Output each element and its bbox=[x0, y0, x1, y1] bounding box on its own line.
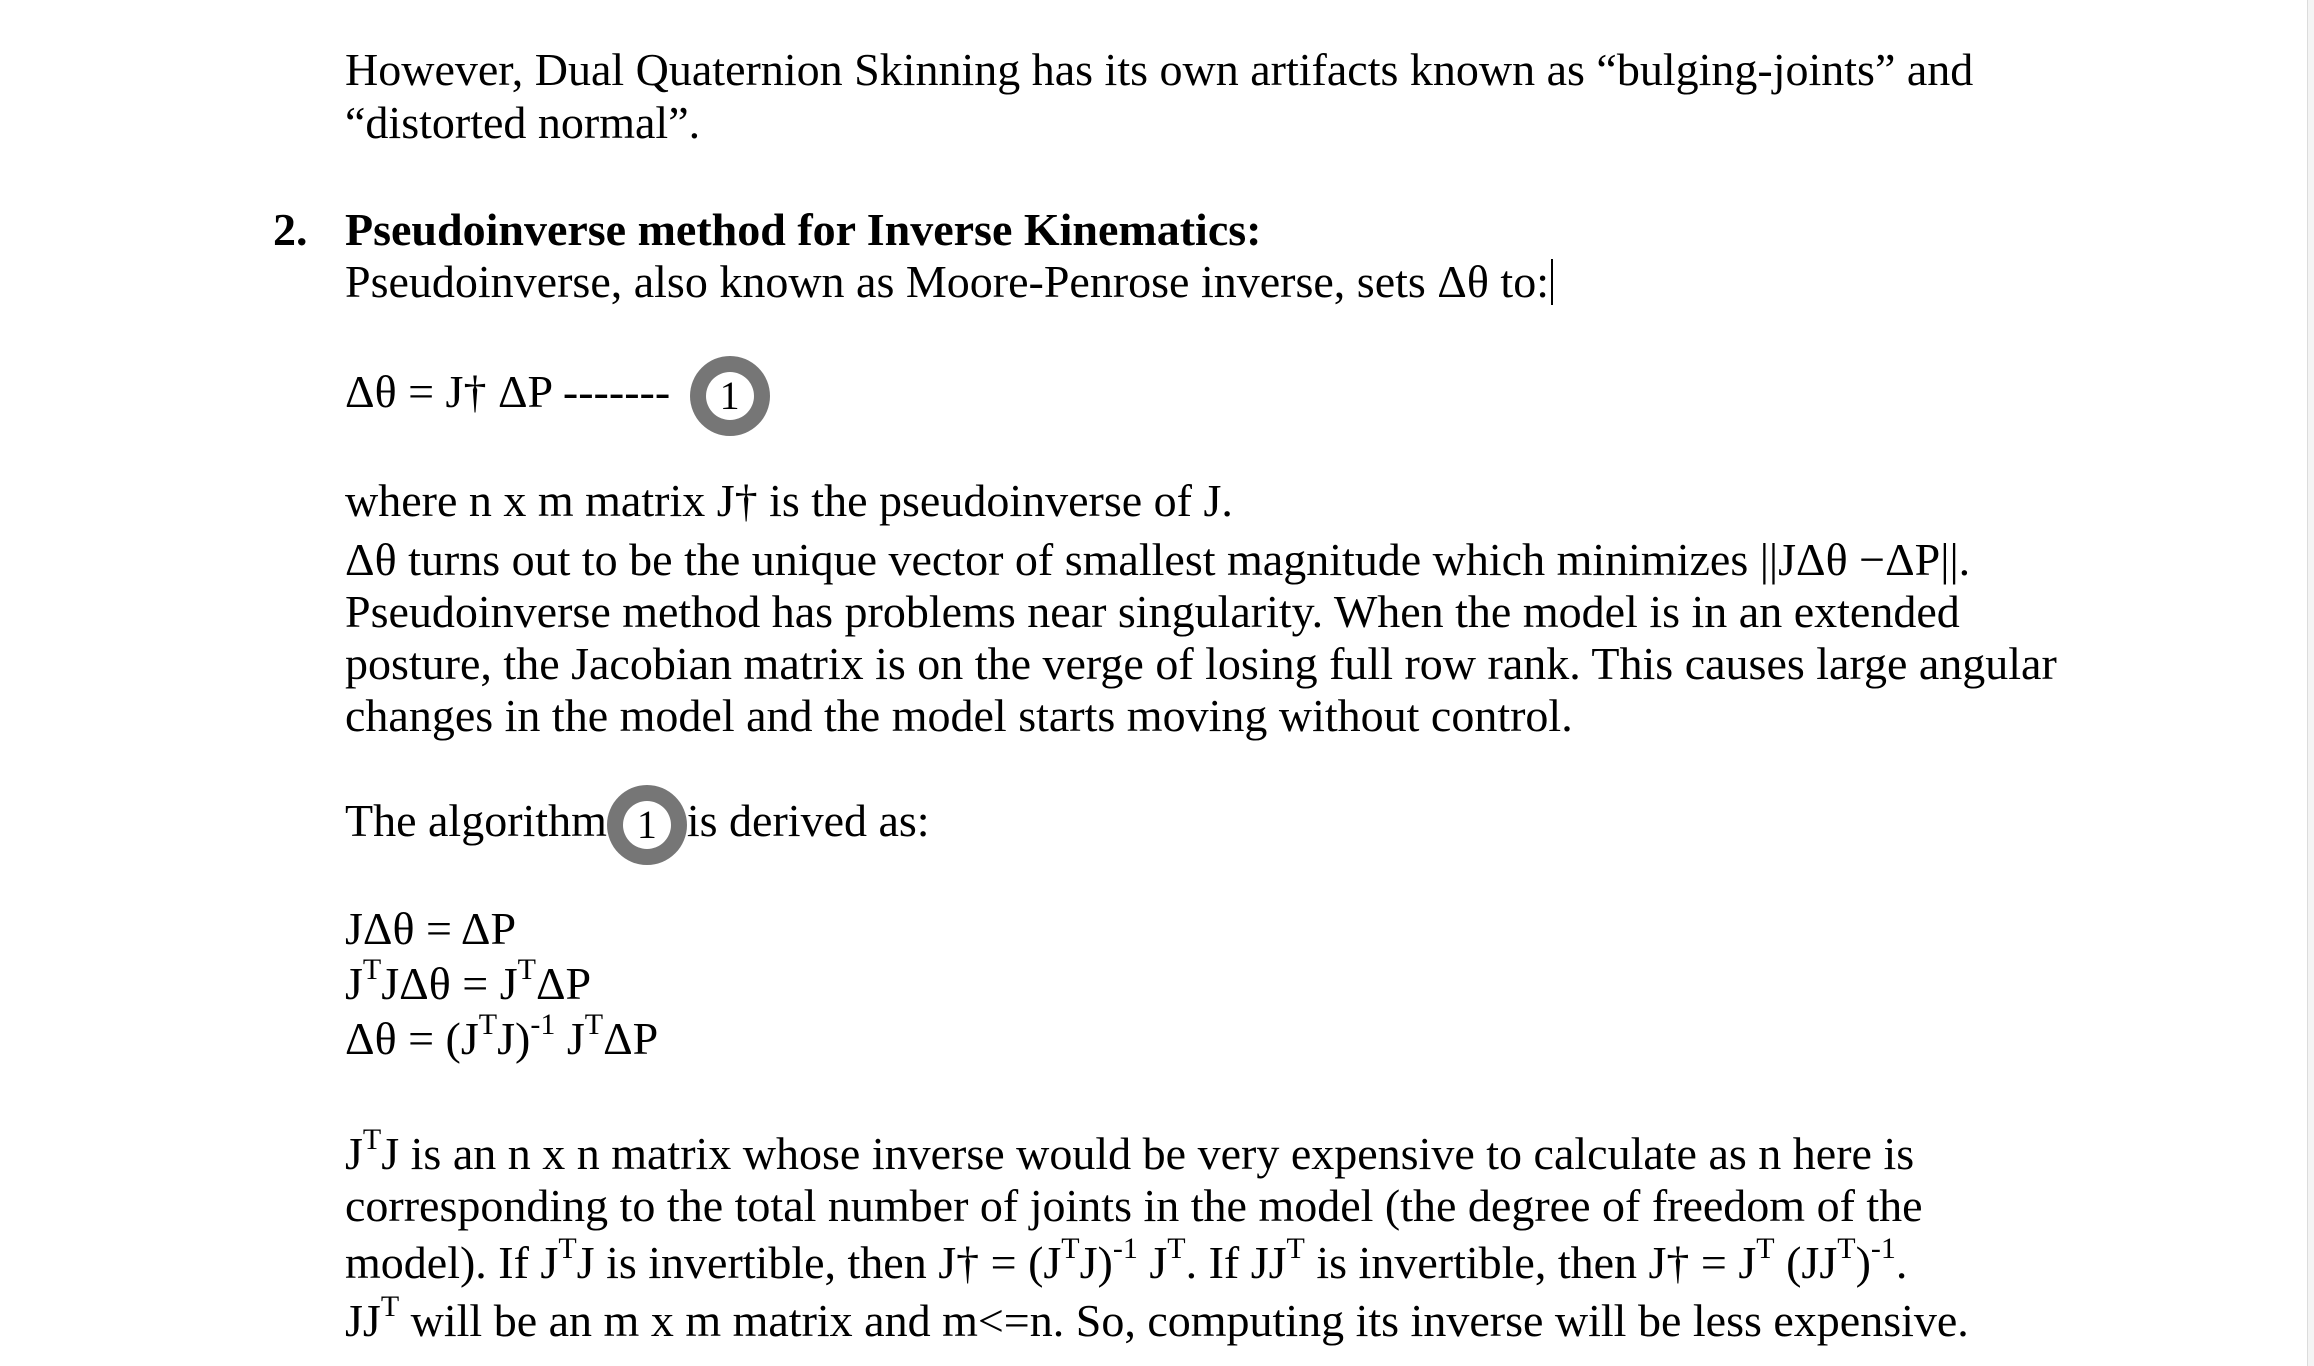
equation-reference-label: 1 bbox=[705, 372, 754, 421]
paragraph-line: Pseudoinverse method has problems near s… bbox=[345, 586, 1960, 637]
paragraph-line: posture, the Jacobian matrix is on the v… bbox=[345, 638, 2057, 689]
section-number: 2. bbox=[273, 204, 308, 255]
algorithm-reference-marker: 1 bbox=[606, 785, 687, 866]
page-edge bbox=[2307, 0, 2314, 1366]
paragraph-line: where n x m matrix J† is the pseudoinver… bbox=[345, 475, 1233, 526]
algorithm-line: The algorithm 1 is derived as: bbox=[345, 781, 930, 866]
paragraph-2-line-3: model). If JTJ is invertible, then J† = … bbox=[345, 1231, 1908, 1288]
algorithm-text-before: The algorithm bbox=[345, 795, 607, 846]
derivation-eq-1: JΔθ = ΔP bbox=[345, 903, 517, 954]
paragraph-2-line-1: JTJ is an n x n matrix whose inverse wou… bbox=[345, 1122, 1915, 1179]
derivation-eq-3: Δθ = (JTJ)-1 JTΔP bbox=[345, 1007, 659, 1064]
intro-line-1: However, Dual Quaternion Skinning has it… bbox=[345, 44, 1974, 95]
definition-line: Pseudoinverse, also known as Moore-Penro… bbox=[345, 256, 1553, 308]
paragraph-2-line-2: corresponding to the total number of joi… bbox=[345, 1180, 1923, 1231]
main-equation: Δθ = J† ΔP ------- 1 bbox=[345, 352, 770, 437]
intro-line-2: “distorted normal”. bbox=[345, 97, 701, 148]
text-cursor bbox=[1550, 259, 1553, 305]
derivation-eq-2: JTJΔθ = JTΔP bbox=[345, 952, 592, 1009]
paragraph-line: changes in the model and the model start… bbox=[345, 690, 1573, 741]
algorithm-reference-label: 1 bbox=[622, 801, 671, 850]
paragraph-line: Δθ turns out to be the unique vector of … bbox=[345, 534, 1971, 585]
definition-text: Pseudoinverse, also known as Moore-Penro… bbox=[345, 256, 1549, 307]
equation-text: Δθ = J† ΔP ------- bbox=[345, 366, 671, 417]
document-page: However, Dual Quaternion Skinning has it… bbox=[0, 0, 2300, 1366]
section-title: Pseudoinverse method for Inverse Kinemat… bbox=[345, 204, 1262, 255]
algorithm-text-after: is derived as: bbox=[686, 795, 930, 846]
paragraph-2-line-4: JJT will be an m x m matrix and m<=n. So… bbox=[345, 1289, 1969, 1346]
equation-reference-marker: 1 bbox=[689, 356, 770, 437]
